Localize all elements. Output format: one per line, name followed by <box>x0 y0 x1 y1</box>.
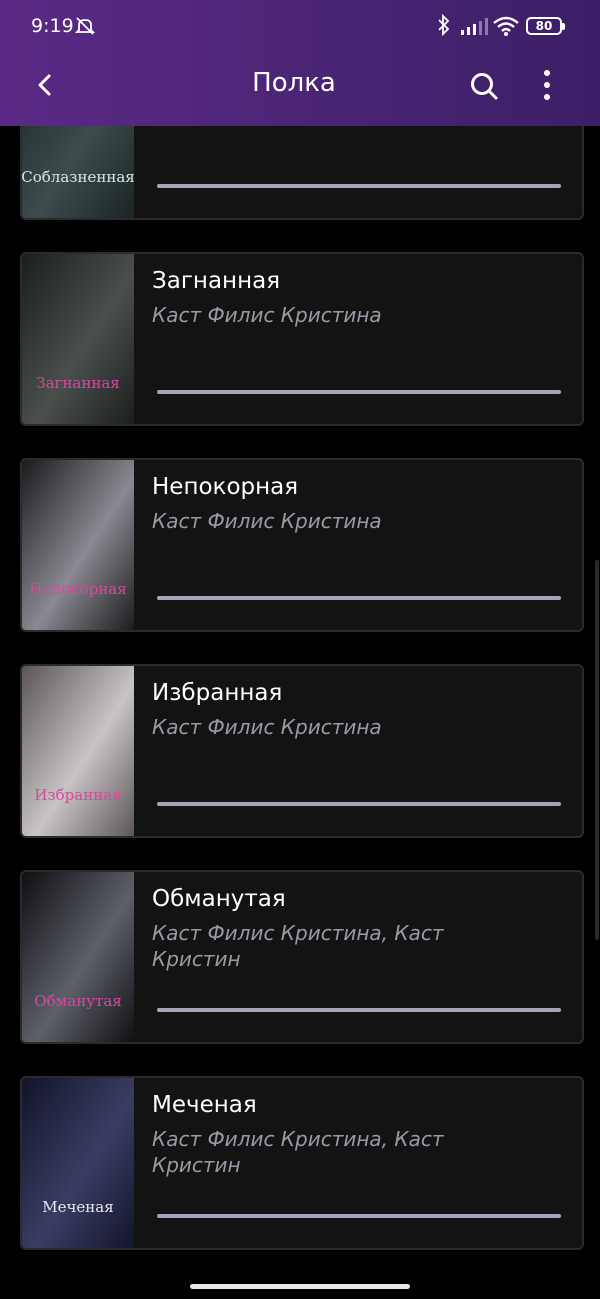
cover-title-text: Обманутая <box>34 992 121 1010</box>
book-cover: Обманутая <box>22 872 134 1042</box>
more-options-icon[interactable] <box>532 68 562 102</box>
status-time: 9:19 <box>31 15 74 37</box>
book-card[interactable]: Избранная Избранная Каст Филис Кристина <box>20 664 584 838</box>
book-title: Обманутая <box>152 886 286 912</box>
cover-title-text: Избранная <box>34 786 121 804</box>
book-cover: Меченая <box>22 1078 134 1248</box>
book-author: Каст Филис Кристина <box>152 509 382 533</box>
book-title: Непокорная <box>152 474 299 500</box>
book-card[interactable]: Загнанная Загнанная Каст Филис Кристина <box>20 252 584 426</box>
book-title: Меченая <box>152 1092 257 1118</box>
book-author: Каст Филис Кристина <box>152 715 382 739</box>
cover-title-text: Непокорная <box>29 580 126 598</box>
notifications-off-icon <box>74 17 96 35</box>
reading-progress-bar <box>157 1214 561 1218</box>
reading-progress-bar <box>157 596 561 600</box>
reading-progress-bar <box>157 184 561 188</box>
book-author: Каст Филис Кристина <box>152 303 382 327</box>
book-cover: Непокорная <box>22 460 134 630</box>
book-card[interactable]: Обманутая Обманутая Каст Филис Кристина,… <box>20 870 584 1044</box>
reading-progress-bar <box>157 802 561 806</box>
reading-progress-bar <box>157 390 561 394</box>
reading-progress-bar <box>157 1008 561 1012</box>
cover-title-text: Загнанная <box>36 374 120 392</box>
book-list[interactable]: Соблазненная Загнанная Загнанная Каст Фи… <box>0 0 600 1299</box>
wifi-icon <box>493 16 519 36</box>
cover-title-text: Меченая <box>42 1198 113 1216</box>
top-app-bar: 9:19 80 Полка <box>0 0 600 126</box>
cover-title-text: Соблазненная <box>22 168 134 186</box>
cellular-signal-icon <box>461 18 488 35</box>
home-indicator[interactable] <box>190 1284 410 1289</box>
book-card[interactable]: Непокорная Непокорная Каст Филис Кристин… <box>20 458 584 632</box>
status-bar: 9:19 80 <box>0 0 600 54</box>
scrollbar[interactable] <box>595 560 599 940</box>
search-icon[interactable] <box>468 70 500 102</box>
book-title: Избранная <box>152 680 283 706</box>
battery-icon: 80 <box>526 17 565 35</box>
book-title: Загнанная <box>152 268 281 294</box>
book-card[interactable]: Меченая Меченая Каст Филис Кристина, Кас… <box>20 1076 584 1250</box>
book-author: Каст Филис Кристина, Каст Кристин <box>152 921 444 971</box>
book-author: Каст Филис Кристина, Каст Кристин <box>152 1127 444 1177</box>
bluetooth-icon <box>438 14 450 36</box>
book-cover: Избранная <box>22 666 134 836</box>
book-cover: Загнанная <box>22 254 134 424</box>
